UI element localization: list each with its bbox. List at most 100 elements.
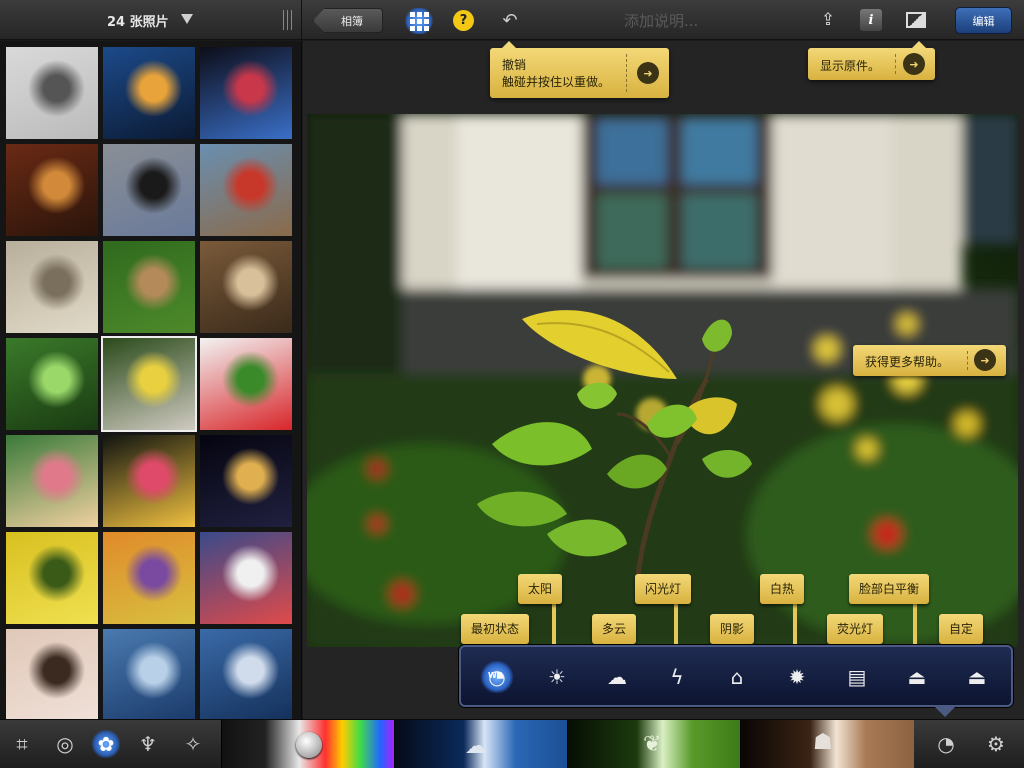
thumbnail-pink-gerbera[interactable]: [6, 435, 98, 527]
thumbnail-flower-vase[interactable]: [200, 532, 292, 624]
leaf-icon: ❦: [643, 732, 662, 757]
skin-tone-slider[interactable]: ☗: [740, 720, 914, 768]
wb-label-shade: 阴影: [710, 614, 755, 644]
photo-count[interactable]: 24 张照片: [107, 11, 169, 30]
grid-icon: [409, 11, 429, 31]
wb-preset-button[interactable]: ⌂: [720, 661, 754, 693]
face-balance-icon: ⏏: [907, 665, 927, 689]
info-button[interactable]: i: [860, 9, 882, 31]
arrow-right-icon[interactable]: ➜: [903, 53, 925, 75]
thumbnail-bird-on-pavement[interactable]: [103, 144, 195, 236]
dropdown-arrow-icon[interactable]: [181, 14, 193, 24]
share-button[interactable]: ⇪: [815, 9, 841, 31]
crop-icon: ⌗: [16, 732, 28, 756]
settings-button[interactable]: ⚙: [981, 730, 1011, 758]
flash-icon: ϟ: [670, 665, 684, 689]
grid-view-button[interactable]: [404, 8, 434, 34]
white-balance-icon: ◔: [937, 732, 955, 756]
thumbnail-sunset-sky[interactable]: [103, 47, 195, 139]
thumbnail-pink-zinnia[interactable]: [103, 435, 195, 527]
wb-preset-button[interactable]: ⏏: [900, 661, 934, 693]
sun-icon: ☀: [548, 665, 566, 689]
wb-label-flash: 闪光灯: [635, 574, 692, 604]
brushes-icon: ♆: [139, 732, 157, 756]
wb-label-custom: 自定: [939, 614, 984, 644]
resize-grip-icon[interactable]: [283, 10, 295, 30]
wb-label-cloud: 多云: [592, 614, 637, 644]
thumbnail-building-night[interactable]: [200, 435, 292, 527]
main-photo[interactable]: [307, 114, 1018, 647]
wb-label-wb-original: 最初状态: [461, 614, 530, 644]
top-toolbar: 24 张照片 相簿 ? ↶ 添加说明... ⇪ i 编辑: [0, 0, 1024, 40]
palette-icon: ✿: [97, 732, 115, 756]
arrow-right-icon[interactable]: ➜: [974, 349, 996, 371]
shade-icon: ⌂: [730, 665, 744, 689]
undo-icon: ↶: [502, 9, 518, 31]
cloud-icon: ☁: [607, 665, 627, 689]
incandescent-icon: ✹: [788, 665, 806, 689]
undo-tooltip-title: 撤销: [502, 58, 527, 72]
caption-field[interactable]: 添加说明...: [624, 10, 698, 31]
white-balance-button[interactable]: ◔: [931, 730, 961, 758]
aperture-icon: ◎: [56, 732, 74, 756]
color-tool-button[interactable]: ✿: [91, 730, 121, 758]
wb-preset-button[interactable]: ◔ WB: [480, 661, 514, 693]
thumbnail-tram-street[interactable]: [200, 144, 292, 236]
wb-preset-button[interactable]: ☀: [540, 661, 574, 693]
thumbnail-leaf-on-grass[interactable]: [103, 241, 195, 333]
custom-icon: ⏏: [967, 665, 987, 689]
undo-tooltip-body: 触碰并按住以重做。: [502, 75, 611, 89]
thumbnail-blue-sea[interactable]: [103, 629, 195, 719]
thumbnail-flower-hill[interactable]: [103, 532, 195, 624]
share-icon: ⇪: [820, 10, 836, 30]
crop-tool-button[interactable]: ⌗: [7, 730, 37, 758]
thumbnail-green-tree[interactable]: [6, 338, 98, 430]
thumbnail-stone-columns[interactable]: [6, 241, 98, 333]
wb-label-face-balance: 脸部白平衡: [849, 574, 930, 604]
saturation-knob[interactable]: [296, 732, 322, 758]
undo-button[interactable]: ↶: [498, 9, 522, 31]
more-help-tooltip[interactable]: 获得更多帮助。 ➜: [853, 345, 1006, 376]
thumbnail-header: 24 张照片: [0, 0, 302, 40]
wb-label-fluorescent: 荧光灯: [827, 614, 884, 644]
wb-preset-button[interactable]: ▤: [840, 661, 874, 693]
wb-preset-button[interactable]: ⏏: [960, 661, 994, 693]
brush-tool-button[interactable]: ♆: [133, 730, 163, 758]
thumbnail-red-flowers[interactable]: [200, 338, 292, 430]
gear-icon: ⚙: [987, 732, 1005, 756]
effects-tool-button[interactable]: ✧: [178, 730, 208, 758]
fluorescent-icon: ▤: [847, 665, 867, 689]
show-original-button[interactable]: [904, 9, 928, 31]
sky-slider[interactable]: ☁: [394, 720, 567, 768]
help-button[interactable]: ?: [453, 10, 474, 31]
wb-preset-button[interactable]: ✹: [780, 661, 814, 693]
edit-button[interactable]: 编辑: [955, 7, 1012, 34]
wb-badge: WB: [488, 671, 503, 680]
thumbnail-yellow-flower-plant[interactable]: [101, 336, 197, 432]
compare-icon: [906, 12, 926, 28]
saturation-slider[interactable]: [221, 720, 394, 768]
thumbnail-mojito-bar[interactable]: [6, 144, 98, 236]
exposure-tool-button[interactable]: ◎: [50, 730, 80, 758]
thumbnail-grid: [0, 41, 302, 719]
thumbnail-canon-store-night[interactable]: [200, 47, 292, 139]
bottom-toolbar: ⌗ ◎ ✿ ♆ ✧ ☁ ❦ ☗ ◔ ⚙: [0, 719, 1024, 768]
thumbnail-skyscraper-bw[interactable]: [6, 47, 98, 139]
thumbnail-cloud-sea[interactable]: [200, 629, 292, 719]
undo-tooltip[interactable]: 撤销触碰并按住以重做。 ➜: [490, 41, 669, 98]
album-back-button[interactable]: 相簿: [313, 8, 383, 33]
thumbnail-mannequin-shop[interactable]: [200, 241, 292, 333]
thumbnail-yellow-chrysanthemum[interactable]: [6, 532, 98, 624]
wb-label-incandescent: 白热: [760, 574, 805, 604]
wb-preset-button[interactable]: ☁: [600, 661, 634, 693]
arrow-right-icon[interactable]: ➜: [637, 62, 659, 84]
wb-label-sun: 太阳: [518, 574, 563, 604]
wb-preset-button[interactable]: ϟ: [660, 661, 694, 693]
thumbnail-girl-portrait[interactable]: [6, 629, 98, 719]
person-icon: ☗: [813, 730, 833, 755]
foliage-slider[interactable]: ❦: [567, 720, 740, 768]
show-original-tooltip[interactable]: 显示原件。 ➜: [808, 41, 935, 80]
sparkle-icon: ✧: [184, 732, 202, 756]
white-balance-panel: ◔ WB ☀ ☁ ϟ ⌂ ✹ ▤ ⏏ ⏏: [459, 645, 1013, 717]
cloud-icon: ☁: [465, 734, 487, 759]
